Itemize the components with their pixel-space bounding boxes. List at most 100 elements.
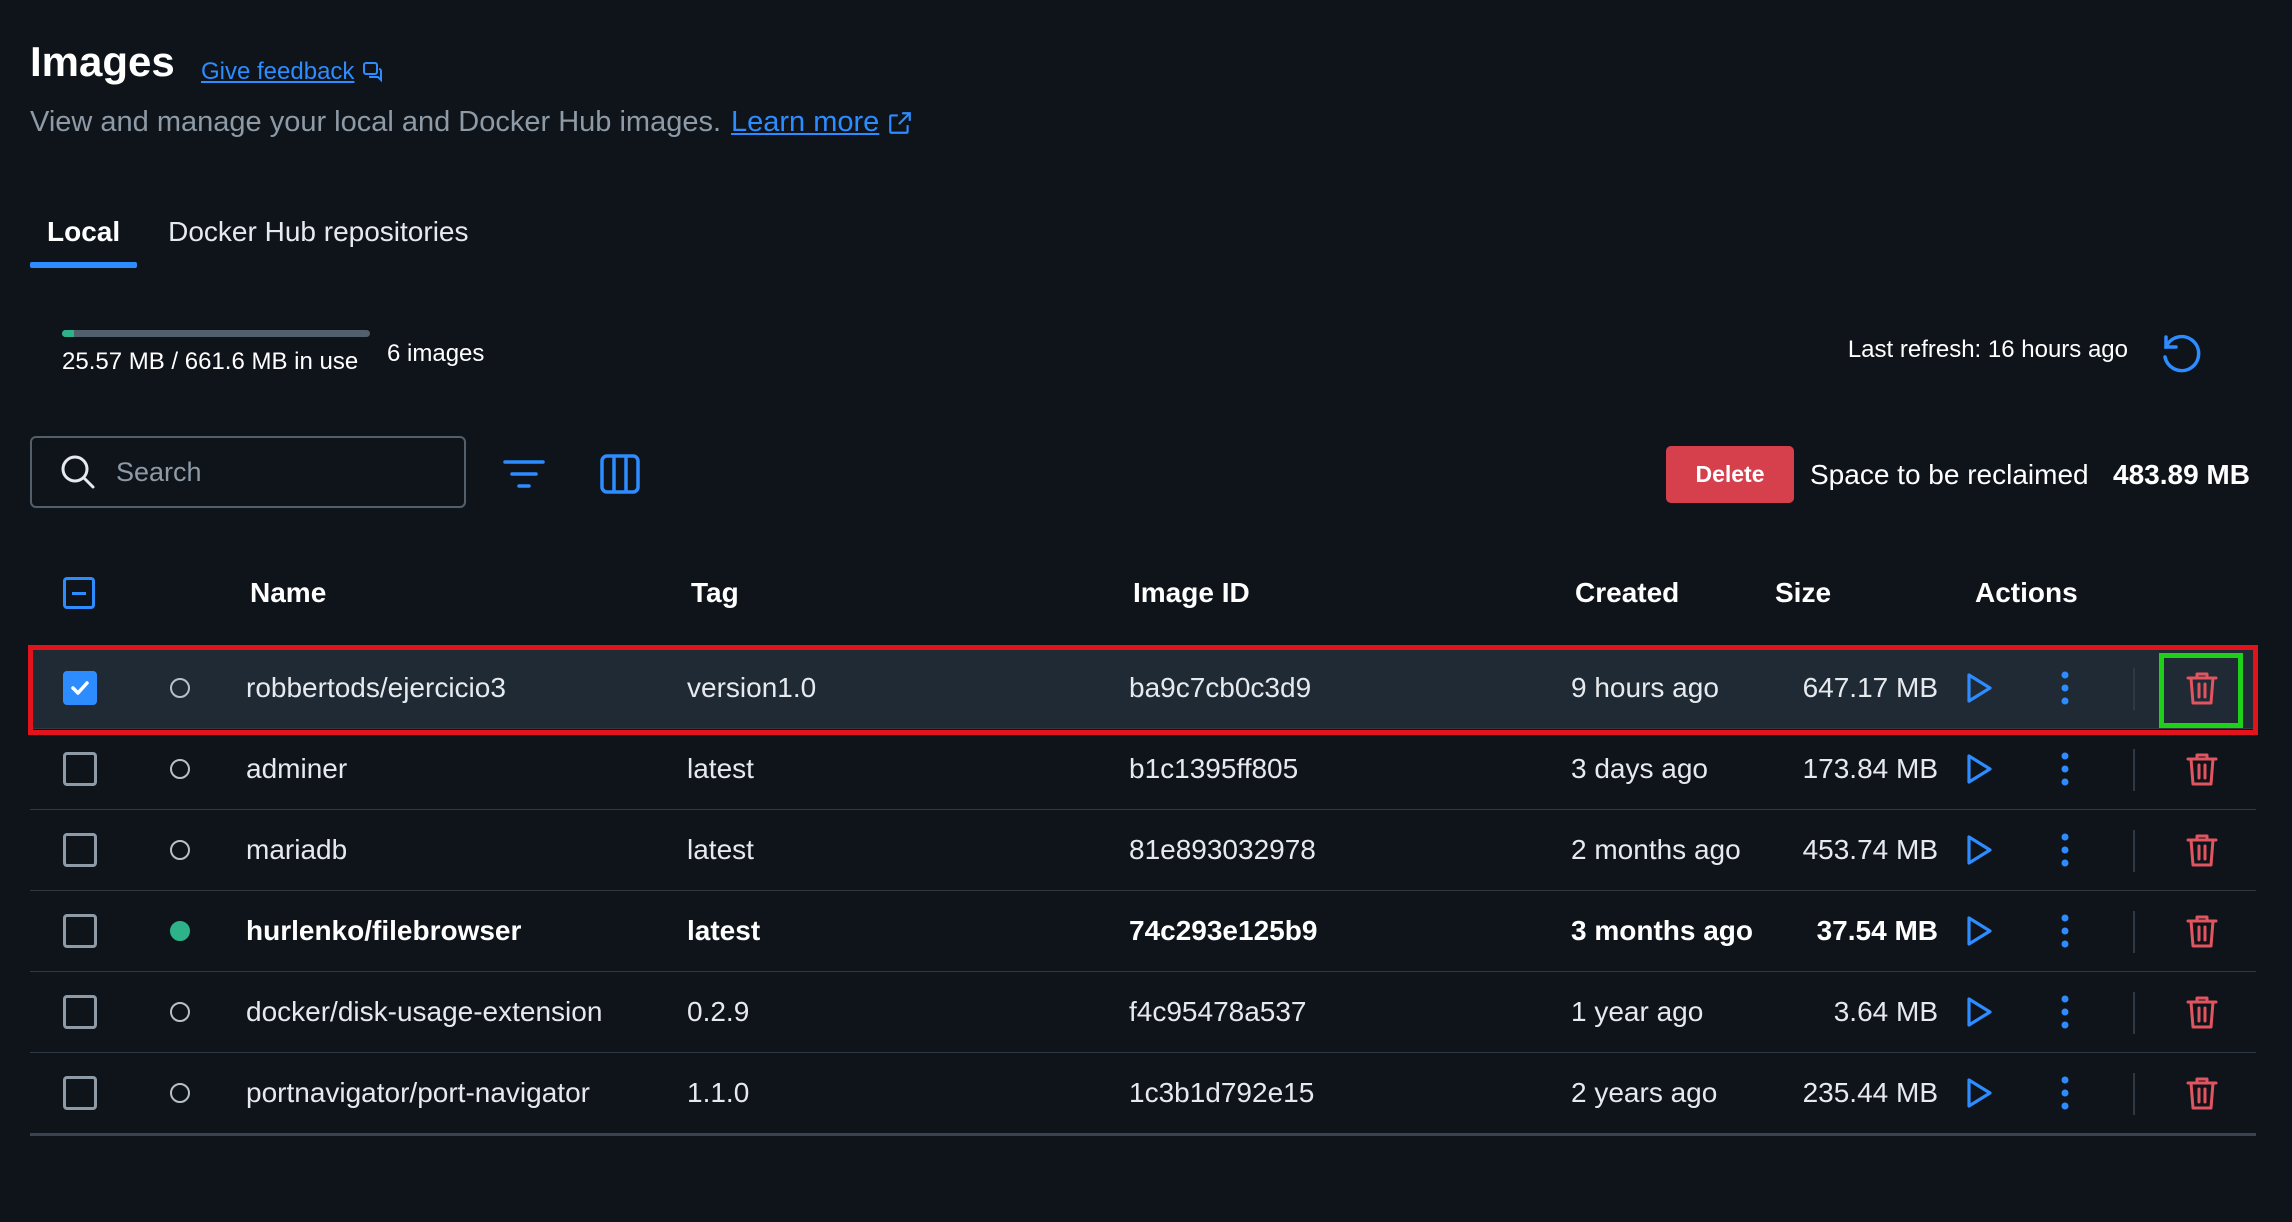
table-row[interactable]: hurlenko/filebrowser latest 74c293e125b9 3 … bbox=[30, 891, 2256, 972]
play-icon bbox=[1967, 916, 1992, 946]
delete-image-button[interactable] bbox=[2182, 1073, 2222, 1113]
image-id: b1c1395ff805 bbox=[1129, 753, 1299, 784]
tab-docker-hub-repositories[interactable]: Docker Hub repositories bbox=[151, 212, 485, 268]
image-size: 235.44 MB bbox=[1802, 1077, 1938, 1108]
table-row[interactable]: mariadb latest 81e893032978 2 months ago 453… bbox=[30, 810, 2256, 891]
image-size: 3.64 MB bbox=[1833, 996, 1938, 1027]
image-created: 9 hours ago bbox=[1571, 672, 1719, 703]
image-created: 1 year ago bbox=[1571, 996, 1704, 1027]
row-checkbox[interactable] bbox=[63, 995, 97, 1029]
images-table: robbertods/ejercicio3 version1.0 ba9c7cb0c… bbox=[30, 648, 2256, 1136]
table-row[interactable]: adminer latest b1c1395ff805 3 days ago 173.8… bbox=[30, 729, 2256, 810]
more-vertical-icon bbox=[2061, 1076, 2069, 1110]
image-tag: latest bbox=[687, 915, 761, 946]
image-name[interactable]: hurlenko/filebrowser bbox=[246, 891, 521, 971]
more-actions-button[interactable] bbox=[2045, 749, 2085, 789]
select-all-checkbox[interactable] bbox=[63, 577, 95, 609]
refresh-button[interactable] bbox=[2158, 330, 2204, 376]
delete-image-button[interactable] bbox=[2182, 830, 2222, 870]
learn-more-link[interactable]: Learn more bbox=[731, 106, 879, 139]
filter-icon bbox=[503, 460, 545, 488]
action-divider bbox=[2133, 749, 2135, 791]
delete-image-button[interactable] bbox=[2182, 911, 2222, 951]
run-button[interactable] bbox=[1958, 992, 1998, 1032]
image-size: 647.17 MB bbox=[1802, 672, 1938, 703]
row-checkbox[interactable] bbox=[63, 833, 97, 867]
table-row[interactable]: portnavigator/port-navigator 1.1.0 1c3b1d7… bbox=[30, 1053, 2256, 1136]
column-header-tag[interactable]: Tag bbox=[691, 577, 739, 609]
row-checkbox[interactable] bbox=[63, 1076, 97, 1110]
table-row[interactable]: robbertods/ejercicio3 version1.0 ba9c7cb0c… bbox=[30, 648, 2256, 729]
image-name[interactable]: docker/disk-usage-extension bbox=[246, 972, 602, 1052]
image-name[interactable]: robbertods/ejercicio3 bbox=[246, 648, 506, 728]
disk-usage-bar bbox=[62, 330, 370, 337]
image-id: f4c95478a537 bbox=[1129, 996, 1307, 1027]
play-icon bbox=[1967, 835, 1992, 865]
delete-button[interactable]: Delete bbox=[1666, 446, 1794, 503]
run-button[interactable] bbox=[1958, 749, 1998, 789]
image-tag: 1.1.0 bbox=[687, 1077, 750, 1108]
trash-icon bbox=[2186, 753, 2218, 786]
column-header-created[interactable]: Created bbox=[1575, 577, 1679, 609]
tab-local[interactable]: Local bbox=[30, 212, 138, 268]
disk-usage-fill bbox=[62, 330, 74, 337]
image-id: 81e893032978 bbox=[1129, 834, 1316, 865]
column-header-image-id[interactable]: Image ID bbox=[1133, 577, 1250, 609]
more-actions-button[interactable] bbox=[2045, 911, 2085, 951]
delete-image-button[interactable] bbox=[2182, 992, 2222, 1032]
filter-button[interactable] bbox=[500, 450, 548, 498]
run-button[interactable] bbox=[1958, 1073, 1998, 1113]
unused-status-icon bbox=[170, 840, 190, 860]
refresh-icon bbox=[2163, 334, 2201, 373]
image-tag: version1.0 bbox=[687, 672, 817, 703]
play-icon bbox=[1967, 997, 1992, 1027]
columns-button[interactable] bbox=[596, 450, 644, 498]
image-id: ba9c7cb0c3d9 bbox=[1129, 672, 1312, 703]
more-vertical-icon bbox=[2061, 833, 2069, 867]
feedback-icon bbox=[363, 62, 383, 83]
action-divider bbox=[2133, 992, 2135, 1034]
more-actions-button[interactable] bbox=[2045, 1073, 2085, 1113]
more-vertical-icon bbox=[2061, 914, 2069, 948]
give-feedback-link[interactable]: Give feedback bbox=[201, 58, 384, 86]
row-checkbox[interactable] bbox=[63, 752, 97, 786]
more-actions-button[interactable] bbox=[2045, 668, 2085, 708]
delete-image-button[interactable] bbox=[2182, 668, 2222, 708]
image-size: 173.84 MB bbox=[1802, 753, 1938, 784]
search-icon bbox=[61, 455, 95, 489]
external-link-icon bbox=[889, 111, 912, 134]
search-input[interactable] bbox=[114, 455, 438, 489]
subtitle-text: View and manage your local and Docker Hu… bbox=[30, 106, 722, 138]
more-vertical-icon bbox=[2061, 671, 2069, 705]
unused-status-icon bbox=[170, 1083, 190, 1103]
delete-image-button[interactable] bbox=[2182, 749, 2222, 789]
trash-icon bbox=[2186, 996, 2218, 1029]
image-size: 37.54 MB bbox=[1816, 915, 1938, 946]
image-tag: 0.2.9 bbox=[687, 996, 750, 1027]
run-button[interactable] bbox=[1958, 668, 1998, 708]
row-checkbox[interactable] bbox=[63, 914, 97, 948]
column-header-name[interactable]: Name bbox=[250, 577, 326, 609]
play-icon bbox=[1967, 673, 1992, 703]
run-button[interactable] bbox=[1958, 830, 1998, 870]
more-vertical-icon bbox=[2061, 752, 2069, 786]
more-actions-button[interactable] bbox=[2045, 992, 2085, 1032]
trash-icon bbox=[2186, 672, 2218, 705]
in-use-status-icon bbox=[170, 921, 190, 941]
image-name[interactable]: mariadb bbox=[246, 810, 347, 890]
disk-usage-text: 25.57 MB / 661.6 MB in use bbox=[62, 348, 359, 375]
image-tag: latest bbox=[687, 753, 754, 784]
action-divider bbox=[2133, 668, 2135, 710]
unused-status-icon bbox=[170, 678, 190, 698]
column-header-size[interactable]: Size bbox=[1775, 577, 1831, 609]
row-checkbox[interactable] bbox=[63, 671, 97, 705]
unused-status-icon bbox=[170, 1002, 190, 1022]
image-name[interactable]: portnavigator/port-navigator bbox=[246, 1053, 590, 1133]
image-name[interactable]: adminer bbox=[246, 729, 347, 809]
image-size: 453.74 MB bbox=[1802, 834, 1938, 865]
run-button[interactable] bbox=[1958, 911, 1998, 951]
table-row[interactable]: docker/disk-usage-extension 0.2.9 f4c95478… bbox=[30, 972, 2256, 1053]
last-refresh-text: Last refresh: 16 hours ago bbox=[1847, 336, 2128, 363]
more-actions-button[interactable] bbox=[2045, 830, 2085, 870]
more-vertical-icon bbox=[2061, 995, 2069, 1029]
